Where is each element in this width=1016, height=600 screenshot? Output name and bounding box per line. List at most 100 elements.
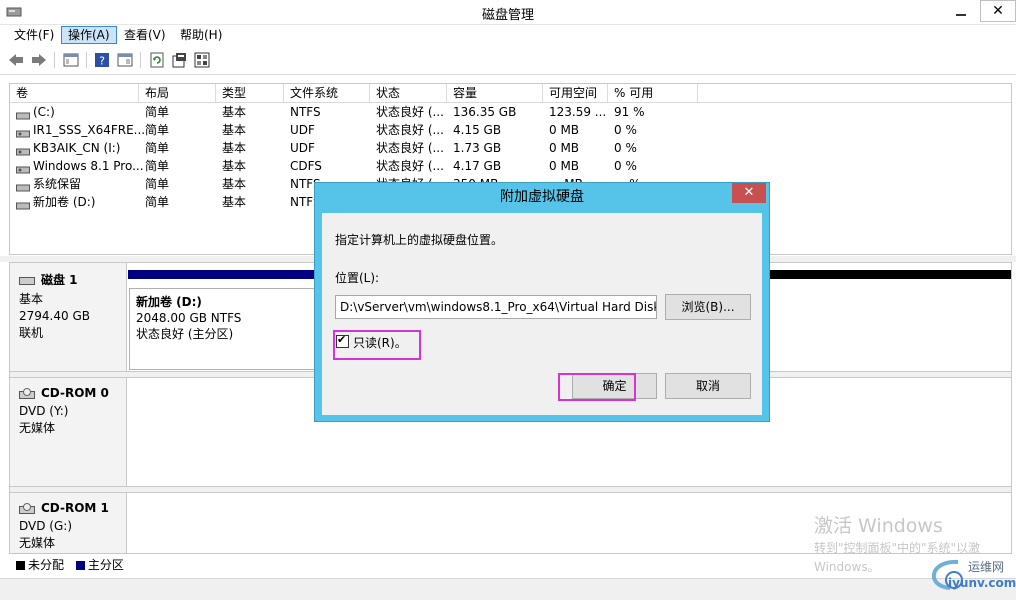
window-title: 磁盘管理 <box>481 8 534 23</box>
volume-filesystem: CDFS <box>290 159 322 173</box>
help-icon[interactable]: ? <box>93 51 111 69</box>
back-arrow-icon[interactable] <box>7 51 25 69</box>
disk-type: DVD (G:) <box>19 519 72 533</box>
readonly-highlight-box <box>333 330 421 360</box>
volume-type: 基本 <box>222 195 247 209</box>
partition-d[interactable]: 新加卷 (D:) 2048.00 GB NTFS 状态良好 (主分区) <box>129 288 319 370</box>
cd-drive-icon <box>19 386 41 400</box>
column-header-volume[interactable]: 卷 <box>10 84 139 102</box>
column-header-free-space[interactable]: 可用空间 <box>543 84 608 102</box>
volume-capacity: 4.15 GB <box>453 123 502 137</box>
disk-1-label[interactable]: 磁盘 1 基本 2794.40 GB 联机 <box>10 263 127 371</box>
volume-capacity: 4.17 GB <box>453 159 502 173</box>
volume-free-space: 123.59 ... <box>549 105 607 119</box>
dialog-title: 附加虚拟硬盘 <box>500 189 584 205</box>
disk-size: 2794.40 GB <box>19 309 90 323</box>
disk-type: 基本 <box>19 292 44 306</box>
volume-name: KB3AIK_CN (I:) <box>33 141 121 155</box>
column-header-status[interactable]: 状态 <box>370 84 447 102</box>
volume-filesystem: UDF <box>290 123 315 137</box>
menu-action[interactable]: 操作(A) <box>61 26 117 44</box>
hard-disk-icon <box>19 273 41 287</box>
dialog-body: 指定计算机上的虚拟硬盘位置。 位置(L): D:\vServer\vm\wind… <box>322 213 762 415</box>
details-icon[interactable] <box>116 51 134 69</box>
activation-watermark-title: 激活 Windows <box>814 515 943 537</box>
volume-layout: 简单 <box>145 105 170 119</box>
table-row[interactable]: KB3AIK_CN (I:) 简单 基本 UDF 状态良好 (... 1.73 … <box>10 139 1011 157</box>
column-header-percent-free[interactable]: % 可用 <box>608 84 698 102</box>
volume-type: 基本 <box>222 177 247 191</box>
ok-highlight-box <box>558 373 636 401</box>
console-tree-icon[interactable] <box>62 51 80 69</box>
primary-partition-strip <box>128 270 318 279</box>
volume-status: 状态良好 (... <box>376 105 444 119</box>
volume-layout: 简单 <box>145 141 170 155</box>
optical-drive-icon <box>16 126 30 137</box>
disk-status: 无媒体 <box>19 421 56 435</box>
attach-vhd-dialog: 附加虚拟硬盘 ✕ 指定计算机上的虚拟硬盘位置。 位置(L): D:\vServe… <box>314 182 770 422</box>
status-bar <box>0 578 1016 600</box>
column-header-type[interactable]: 类型 <box>216 84 284 102</box>
drive-icon <box>16 108 30 119</box>
title-bar: 磁盘管理 ✕ <box>0 0 1016 25</box>
volume-layout: 简单 <box>145 159 170 173</box>
menu-help[interactable]: 帮助(H) <box>174 26 228 44</box>
settings-icon[interactable] <box>193 51 211 69</box>
window-close-button[interactable]: ✕ <box>980 0 1016 22</box>
volume-layout: 简单 <box>145 177 170 191</box>
disk-status: 无媒体 <box>19 536 56 550</box>
cancel-button[interactable]: 取消 <box>665 373 751 399</box>
browse-button[interactable]: 浏览(B)... <box>665 294 751 320</box>
vhd-path-input[interactable]: D:\vServer\vm\windows8.1_Pro_x64\Virtual… <box>335 295 657 319</box>
menu-view[interactable]: 查看(V) <box>118 26 172 44</box>
volume-status: 状态良好 (... <box>376 159 444 173</box>
volume-percent-free: 0 % <box>614 159 637 173</box>
refresh-icon[interactable] <box>148 51 166 69</box>
volume-status: 状态良好 (... <box>376 141 444 155</box>
svg-text:?: ? <box>99 55 105 68</box>
disk-name: CD-ROM 1 <box>41 501 109 515</box>
table-row[interactable]: (C:) 简单 基本 NTFS 状态良好 (... 136.35 GB 123.… <box>10 103 1011 121</box>
optical-drive-icon <box>16 144 30 155</box>
volume-name: (C:) <box>33 105 55 119</box>
menu-bar: 文件(F) 操作(A) 查看(V) 帮助(H) <box>0 25 1016 46</box>
drive-icon <box>16 180 30 191</box>
site-url: iyunv.com <box>948 576 1016 590</box>
volume-capacity: 1.73 GB <box>453 141 502 155</box>
volume-free-space: 0 MB <box>549 159 580 173</box>
legend-unallocated: 未分配 <box>28 558 65 572</box>
unallocated-strip <box>770 270 1011 279</box>
menu-file[interactable]: 文件(F) <box>8 26 60 44</box>
column-header-capacity[interactable]: 容量 <box>447 84 543 102</box>
primary-swatch <box>75 561 85 570</box>
volume-type: 基本 <box>222 141 247 155</box>
volume-name: Windows 8.1 Pro... <box>33 159 144 173</box>
dialog-close-button[interactable]: ✕ <box>732 183 766 203</box>
site-name: 运维网 <box>968 560 1005 574</box>
cdrom-1-label[interactable]: CD-ROM 1 DVD (G:) 无媒体 <box>10 493 127 553</box>
forward-arrow-icon[interactable] <box>30 51 48 69</box>
volume-name: IR1_SSS_X64FRE... <box>33 123 145 137</box>
volume-layout: 简单 <box>145 123 170 137</box>
volume-name: 新加卷 (D:) <box>33 195 96 209</box>
volume-type: 基本 <box>222 105 247 119</box>
disk-status: 联机 <box>19 326 44 340</box>
minimize-button[interactable] <box>944 0 978 24</box>
volume-layout: 简单 <box>145 195 170 209</box>
dialog-description: 指定计算机上的虚拟硬盘位置。 <box>335 233 504 247</box>
column-header-filesystem[interactable]: 文件系统 <box>284 84 370 102</box>
volume-type: 基本 <box>222 159 247 173</box>
disk-name: 磁盘 1 <box>41 273 78 287</box>
volume-free-space: 0 MB <box>549 141 580 155</box>
table-row[interactable]: IR1_SSS_X64FRE... 简单 基本 UDF 状态良好 (... 4.… <box>10 121 1011 139</box>
drive-icon <box>16 198 30 209</box>
activation-watermark-line2: Windows。 <box>814 560 880 574</box>
properties-icon[interactable] <box>170 51 188 69</box>
table-row[interactable]: Windows 8.1 Pro... 简单 基本 CDFS 状态良好 (... … <box>10 157 1011 175</box>
partition-size: 2048.00 GB NTFS <box>136 311 242 325</box>
unallocated-swatch <box>16 561 25 570</box>
volume-filesystem: NTFS <box>290 105 321 119</box>
volume-filesystem: UDF <box>290 141 315 155</box>
cdrom-0-label[interactable]: CD-ROM 0 DVD (Y:) 无媒体 <box>10 378 127 486</box>
column-header-layout[interactable]: 布局 <box>139 84 216 102</box>
